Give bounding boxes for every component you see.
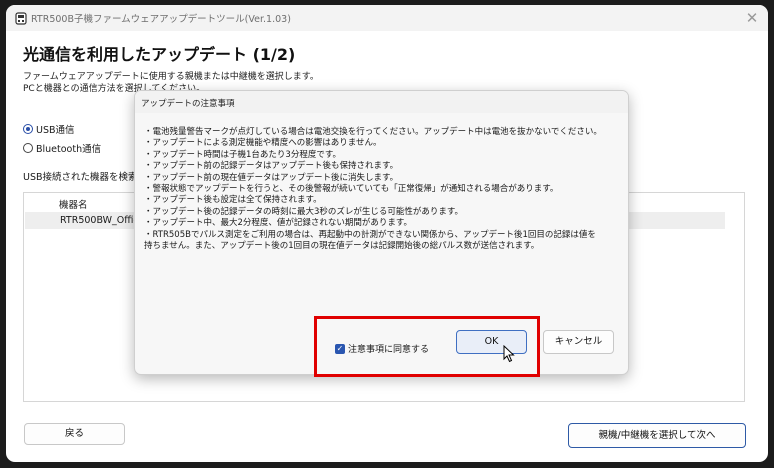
caution-line: 持ちません。また、アップデート後の1回目の現在値データは記録開始後の総パルス数が… xyxy=(144,241,540,252)
caution-line: ・アップデート後も設定は全て保持されます。 xyxy=(144,195,322,206)
dialog-body: ・電池残量警告マークが点灯している場合は電池交換を行ってください。アップデート中… xyxy=(144,127,620,252)
app-icon xyxy=(15,12,27,25)
search-instruction: USB接続された機器を検索し xyxy=(23,172,148,183)
bluetooth-option-label: Bluetooth通信 xyxy=(36,144,102,155)
description-line: ファームウェアアップデートに使用する親機または中継機を選択します。 xyxy=(23,72,319,82)
caution-line: ・アップデート前の現在値データはアップデート後に消失します。 xyxy=(144,172,399,183)
bluetooth-option[interactable]: Bluetooth通信 xyxy=(23,141,101,155)
select-and-next-button[interactable]: 親機/中継機を選択して次へ xyxy=(568,423,746,448)
caution-line: ・電池残量警告マークが点灯している場合は電池交換を行ってください。アップデート中… xyxy=(144,127,602,137)
usb-option-label: USB通信 xyxy=(36,125,75,136)
caution-line: ・アップデート前の記録データはアップデート後も保持されます。 xyxy=(144,161,399,172)
caution-line: ・アップデート後の記録データの時刻に最大3秒のズレが生じる可能性があります。 xyxy=(144,206,464,217)
column-header-device-name: 機器名 xyxy=(59,200,88,211)
caution-line: ・アップデート中、最大2分程度、値が記録されない期間があります。 xyxy=(144,218,413,229)
usb-option[interactable]: USB通信 xyxy=(23,122,75,136)
dialog-title: アップデートの注意事項 xyxy=(135,91,628,113)
ok-button[interactable]: OK xyxy=(456,330,527,354)
caution-line: ・RTR505Bでパルス測定をご利用の場合は、再起動中の計測ができない関係から、… xyxy=(144,229,596,240)
mouse-cursor-icon xyxy=(503,345,515,363)
caution-line: ・アップデート時間は子機1台あたり3分程度です。 xyxy=(144,149,341,160)
agree-checkbox-row[interactable]: ✓ 注意事項に同意する xyxy=(335,342,429,355)
cancel-button[interactable]: キャンセル xyxy=(543,330,614,354)
agree-label: 注意事項に同意する xyxy=(348,345,430,355)
title-bar: RTR500B子機ファームウェアアップデートツール(Ver.1.03) ✕ xyxy=(6,5,768,31)
caution-line: ・アップデートによる測定機能や精度への影響はありません。 xyxy=(144,138,382,149)
radio-selected-icon[interactable] xyxy=(23,124,33,134)
radio-unselected-icon[interactable] xyxy=(23,143,33,153)
device-name-cell: RTR500BW_Office xyxy=(60,215,145,226)
page-title: 光通信を利用したアップデート (1/2) xyxy=(23,45,296,64)
window-title: RTR500B子機ファームウェアアップデートツール(Ver.1.03) xyxy=(31,14,291,25)
close-icon[interactable]: ✕ xyxy=(742,8,762,28)
checkbox-checked-icon[interactable]: ✓ xyxy=(335,343,345,354)
back-button[interactable]: 戻る xyxy=(24,423,125,445)
caution-line: ・警報状態でアップデートを行うと、その後警報が続いていても「正常復帰」が通知され… xyxy=(144,184,559,195)
